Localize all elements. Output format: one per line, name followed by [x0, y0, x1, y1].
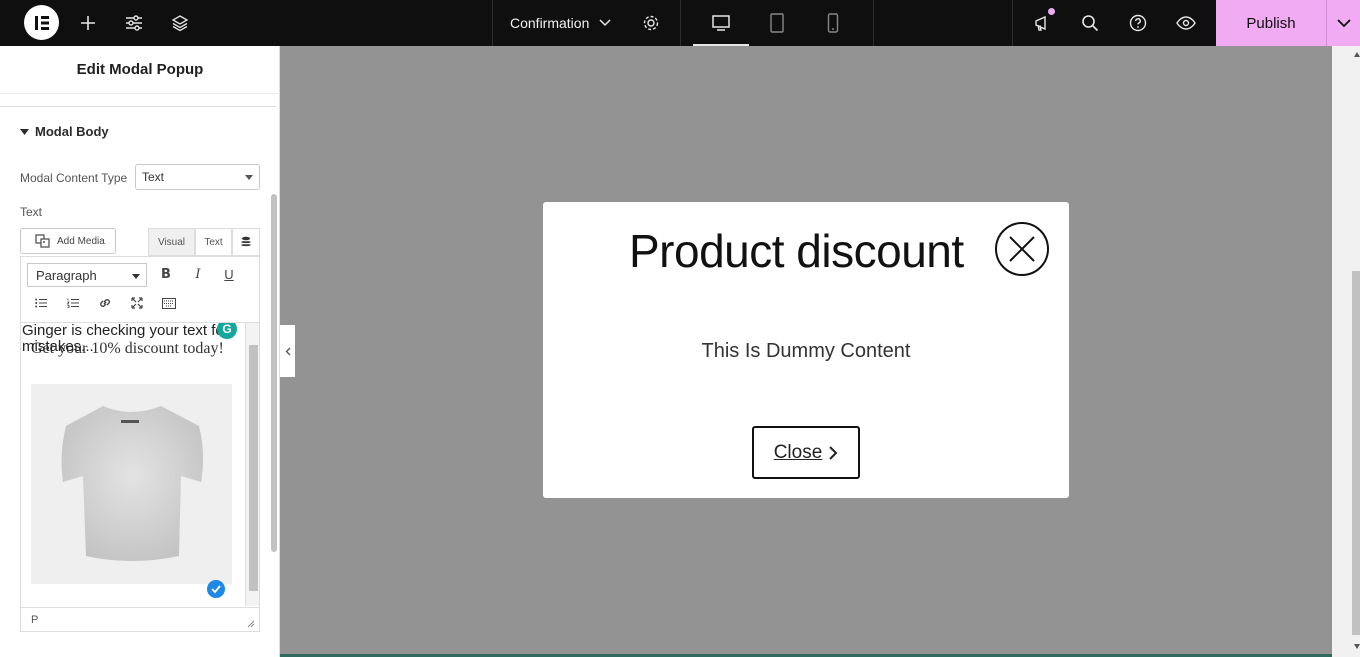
notification-dot — [1048, 8, 1055, 15]
bold-icon[interactable]: B — [155, 263, 177, 285]
collapse-panel-button[interactable] — [280, 325, 295, 377]
add-media-button[interactable]: Add Media — [20, 228, 116, 254]
tab-visual[interactable]: Visual — [148, 228, 195, 256]
editor-content-area[interactable]: Get your 10% discount today! Ginger is c… — [21, 322, 259, 606]
document-title-dropdown[interactable]: Confirmation — [510, 0, 611, 46]
elementor-logo-icon[interactable] — [24, 5, 59, 40]
modal-close-icon[interactable] — [995, 222, 1049, 276]
preview-eye-icon[interactable] — [1172, 0, 1200, 46]
document-title: Confirmation — [510, 15, 590, 31]
editor-path-bar: P — [21, 607, 259, 631]
search-icon[interactable] — [1076, 0, 1104, 46]
tab-text[interactable]: Text — [195, 228, 232, 256]
publish-button[interactable]: Publish — [1216, 0, 1326, 46]
check-badge-icon — [207, 580, 225, 598]
caret-down-icon — [245, 175, 253, 180]
fullscreen-icon[interactable] — [126, 292, 148, 314]
divider — [1012, 0, 1013, 46]
canvas-scrollbar[interactable] — [1332, 46, 1360, 657]
caret-down-icon — [20, 128, 29, 135]
content-type-value: Text — [142, 170, 165, 184]
tablet-view-icon[interactable] — [749, 0, 805, 46]
chevron-left-icon — [285, 347, 290, 355]
modal-body-text: This Is Dummy Content — [701, 340, 911, 362]
dynamic-tags-icon[interactable] — [232, 228, 260, 256]
ginger-status-text: Ginger is checking your text for — [22, 322, 229, 339]
canvas-scrollbar-thumb[interactable] — [1352, 271, 1360, 635]
section-title: Modal Body — [35, 124, 109, 139]
modal-title: Product discount — [629, 225, 964, 277]
content-type-select[interactable]: Text — [135, 164, 260, 190]
italic-icon[interactable]: I — [187, 263, 209, 285]
publish-options-button[interactable] — [1326, 0, 1360, 46]
add-media-icon — [35, 234, 50, 248]
text-label: Text — [20, 205, 43, 219]
page-settings-gear-icon[interactable] — [638, 0, 664, 46]
path-indicator: P — [31, 613, 39, 626]
panel-scrollbar[interactable] — [271, 194, 277, 552]
scroll-up-icon[interactable] — [1354, 52, 1360, 57]
link-icon[interactable] — [94, 292, 116, 314]
format-select[interactable]: Paragraph — [27, 263, 147, 287]
top-bar: Confirmation Publish — [0, 0, 1360, 46]
content-type-label: Modal Content Type — [20, 171, 128, 185]
chevron-down-icon — [599, 19, 611, 27]
add-media-label: Add Media — [57, 235, 105, 247]
format-select-value: Paragraph — [36, 267, 97, 283]
panel-title: Edit Modal Popup — [0, 46, 280, 94]
editor-toolbar-row-1: Paragraph B I U — [21, 257, 259, 289]
divider — [873, 0, 874, 46]
bullet-list-icon[interactable] — [30, 292, 52, 314]
structure-layers-icon[interactable] — [166, 0, 194, 46]
tshirt-image — [31, 384, 232, 584]
caret-down-icon — [132, 274, 140, 279]
editor-toolbar-row-2 — [21, 289, 259, 321]
divider — [680, 0, 681, 46]
tab-text-label: Text — [204, 236, 223, 248]
add-element-icon[interactable] — [74, 0, 102, 46]
help-icon[interactable] — [1124, 0, 1152, 46]
scroll-down-icon[interactable] — [1354, 644, 1360, 649]
wysiwyg-editor: Paragraph B I U Get your 10% discount to… — [20, 256, 260, 632]
toolbar-toggle-keyboard-icon[interactable] — [158, 292, 180, 314]
section-toggle-modal-body[interactable]: Modal Body — [20, 124, 109, 139]
resize-handle-icon[interactable] — [247, 620, 255, 628]
numbered-list-icon[interactable] — [62, 292, 84, 314]
chevron-down-icon — [1336, 18, 1351, 27]
editor-panel: Edit Modal Popup Modal Body Modal Conten… — [0, 46, 280, 657]
site-settings-icon[interactable] — [120, 0, 148, 46]
ginger-status-text-2: mistakes... — [22, 338, 94, 355]
publish-label: Publish — [1246, 14, 1296, 32]
editor-scrollbar-thumb[interactable] — [249, 345, 258, 591]
grammar-checker-badge-icon[interactable]: G — [217, 323, 237, 339]
chevron-right-icon — [829, 445, 838, 460]
modal-popup: Product discount This Is Dummy Content C… — [543, 202, 1069, 498]
mobile-view-icon[interactable] — [805, 0, 861, 46]
tab-visual-label: Visual — [157, 236, 186, 248]
underline-icon[interactable]: U — [218, 263, 240, 285]
close-button-label: Close — [773, 441, 823, 463]
whats-new-megaphone-icon[interactable] — [1028, 0, 1056, 46]
editor-scrollbar[interactable] — [245, 323, 259, 606]
divider — [0, 106, 276, 107]
desktop-view-icon[interactable] — [693, 0, 749, 46]
modal-close-button[interactable]: Close — [752, 426, 860, 479]
divider — [492, 0, 493, 46]
